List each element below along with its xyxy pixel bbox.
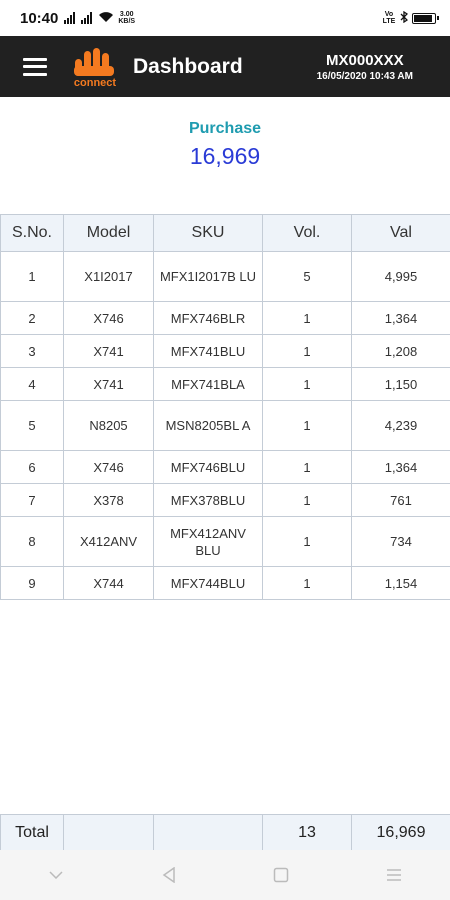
cell-model: X746 [63,301,154,335]
cell-model: N8205 [63,400,154,451]
cell-model: X741 [63,334,154,368]
cell-volume: 1 [262,367,352,401]
table-row[interactable]: 5 N8205 MSN8205BL A 1 4,239 [0,400,450,451]
cell-sku: MFX741BLA [153,367,263,401]
total-row: Total 13 16,969 [0,814,450,851]
cell-sno: 3 [0,334,64,368]
cell-sno: 5 [0,400,64,451]
cell-value: 1,154 [351,566,450,600]
cell-volume: 1 [262,566,352,600]
header-volume[interactable]: Vol. [262,214,352,252]
brand-logo: connect [70,44,120,90]
user-datetime: 16/05/2020 10:43 AM [316,70,413,82]
cell-value: 1,364 [351,450,450,484]
cell-volume: 5 [262,251,352,302]
purchase-table: S.No. Model SKU Vol. Val 1 X1I2017 MFX1I20… [0,214,450,600]
total-empty-model [63,814,154,851]
cell-model: X744 [63,566,154,600]
cell-volume: 1 [262,483,352,517]
cell-sku: MFX746BLR [153,301,263,335]
table-row[interactable]: 3 X741 MFX741BLU 1 1,208 [0,334,450,368]
cell-model: X1I2017 [63,251,154,302]
table-header-row: S.No. Model SKU Vol. Val [0,214,450,252]
cell-sno: 7 [0,483,64,517]
volte-indicator: Vo LTE [382,11,396,25]
table-row[interactable]: 2 X746 MFX746BLR 1 1,364 [0,301,450,335]
signal-icon [64,12,76,24]
network-speed: 3.00 KB/S [118,11,136,25]
cell-value: 734 [351,516,450,567]
cell-volume: 1 [262,301,352,335]
total-empty-sku [153,814,263,851]
cell-volume: 1 [262,516,352,567]
table-row[interactable]: 1 X1I2017 MFX1I2017B LU 5 4,995 [0,251,450,302]
header-value[interactable]: Val [351,214,450,252]
app-bar: connect Dashboard MX000XXX 16/05/2020 10… [0,36,450,97]
cell-sku: MFX746BLU [153,450,263,484]
cell-sku: MFX741BLU [153,334,263,368]
cell-model: X746 [63,450,154,484]
hand-logo-icon [74,47,114,76]
wifi-icon [98,10,114,26]
cell-value: 4,239 [351,400,450,451]
cell-model: X741 [63,367,154,401]
system-nav-bar [0,850,450,900]
cell-sku: MSN8205BL A [153,400,263,451]
cell-value: 761 [351,483,450,517]
cell-model: X412ANV [63,516,154,567]
cell-model: X378 [63,483,154,517]
bluetooth-icon [400,10,409,26]
status-bar: 10:40 3.00 KB/S Vo LTE [0,0,450,36]
cell-sno: 2 [0,301,64,335]
home-square-icon[interactable] [261,855,301,895]
summary-value: 16,969 [189,143,261,169]
header-model[interactable]: Model [63,214,154,252]
user-id: MX000XXX [326,51,404,69]
cell-value: 1,208 [351,334,450,368]
cell-volume: 1 [262,450,352,484]
cell-value: 1,150 [351,367,450,401]
back-triangle-icon[interactable] [149,855,189,895]
cell-value: 4,995 [351,251,450,302]
cell-sno: 4 [0,367,64,401]
header-sku[interactable]: SKU [153,214,263,252]
status-time: 10:40 [20,9,59,27]
cell-value: 1,364 [351,301,450,335]
total-volume: 13 [262,814,352,851]
signal-icon-2 [81,12,93,24]
cell-sku: MFX412ANV BLU [153,516,263,567]
table-row[interactable]: 6 X746 MFX746BLU 1 1,364 [0,450,450,484]
menu-lines-icon[interactable] [374,855,414,895]
cell-volume: 1 [262,334,352,368]
total-label: Total [0,814,64,851]
cell-sno: 6 [0,450,64,484]
cell-sku: MFX1I2017B LU [153,251,263,302]
total-value: 16,969 [351,814,450,851]
cell-sno: 1 [0,251,64,302]
logo-text: connect [73,76,117,89]
table-row[interactable]: 7 X378 MFX378BLU 1 761 [0,483,450,517]
user-info: MX000XXX 16/05/2020 10:43 AM [317,52,413,82]
cell-sno: 9 [0,566,64,600]
chevron-down-icon[interactable] [36,855,76,895]
table-row[interactable]: 9 X744 MFX744BLU 1 1,154 [0,566,450,600]
cell-sku: MFX378BLU [153,483,263,517]
purchase-summary: Purchase 16,969 [0,120,450,170]
cell-volume: 1 [262,400,352,451]
table-row[interactable]: 8 X412ANV MFX412ANV BLU 1 734 [0,516,450,567]
summary-label: Purchase [188,120,262,137]
hamburger-icon[interactable] [23,57,47,76]
cell-sku: MFX744BLU [153,566,263,600]
battery-icon [412,12,439,24]
table-row[interactable]: 4 X741 MFX741BLA 1 1,150 [0,367,450,401]
cell-sno: 8 [0,516,64,567]
header-sno[interactable]: S.No. [0,214,64,252]
page-title: Dashboard [133,54,243,78]
